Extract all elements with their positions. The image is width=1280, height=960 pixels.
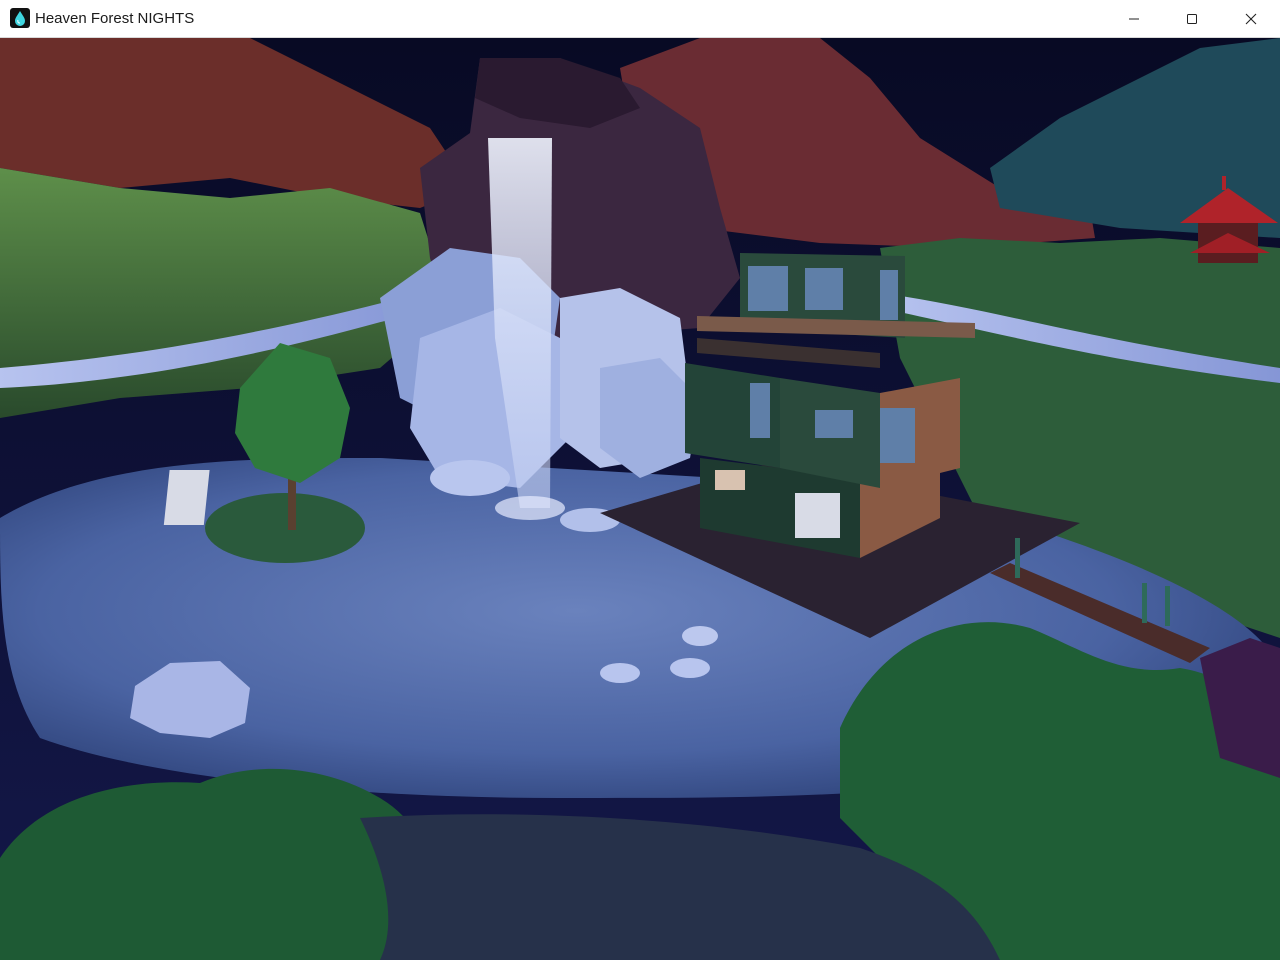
game-viewport[interactable]: [0, 38, 1280, 960]
maximize-button[interactable]: [1163, 0, 1221, 37]
pier-post: [1165, 586, 1170, 626]
game-window: Heaven Forest NIGHTS: [0, 0, 1280, 960]
sign-post: [163, 470, 210, 525]
tree-island: [205, 493, 365, 563]
minimize-button[interactable]: [1105, 0, 1163, 37]
close-icon: [1245, 13, 1257, 25]
window-title: Heaven Forest NIGHTS: [35, 10, 195, 27]
scene-canvas[interactable]: [0, 38, 1280, 960]
title-bar[interactable]: Heaven Forest NIGHTS: [0, 0, 1280, 38]
water-drop-icon: [10, 8, 30, 28]
pier-post: [1142, 583, 1147, 623]
waterfall-splash: [495, 496, 565, 520]
maximize-icon: [1186, 13, 1198, 25]
close-button[interactable]: [1222, 0, 1280, 37]
minimize-icon: [1128, 13, 1140, 25]
pier-post: [1015, 538, 1020, 578]
